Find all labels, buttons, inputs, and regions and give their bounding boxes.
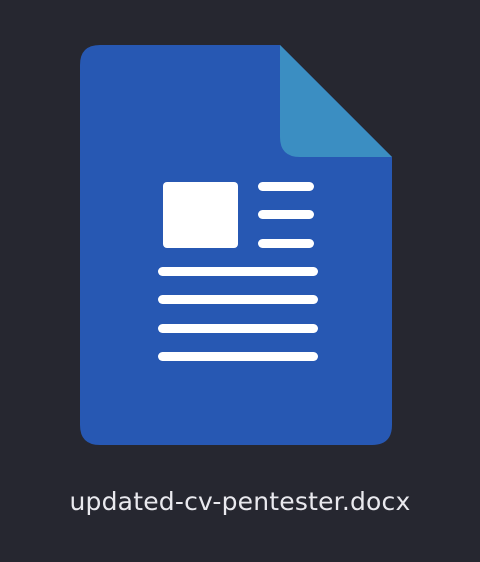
text-line bbox=[158, 267, 318, 276]
text-line bbox=[158, 324, 318, 333]
short-line bbox=[258, 239, 314, 248]
folded-corner-shape bbox=[280, 45, 392, 157]
file-name-label: updated-cv-pentester.docx bbox=[69, 487, 411, 516]
image-block bbox=[163, 182, 238, 248]
text-line bbox=[158, 295, 318, 304]
document-icon bbox=[80, 45, 392, 445]
short-line bbox=[258, 210, 314, 219]
short-line bbox=[258, 182, 314, 191]
text-line bbox=[158, 352, 318, 361]
file-item[interactable]: updated-cv-pentester.docx bbox=[0, 0, 480, 562]
